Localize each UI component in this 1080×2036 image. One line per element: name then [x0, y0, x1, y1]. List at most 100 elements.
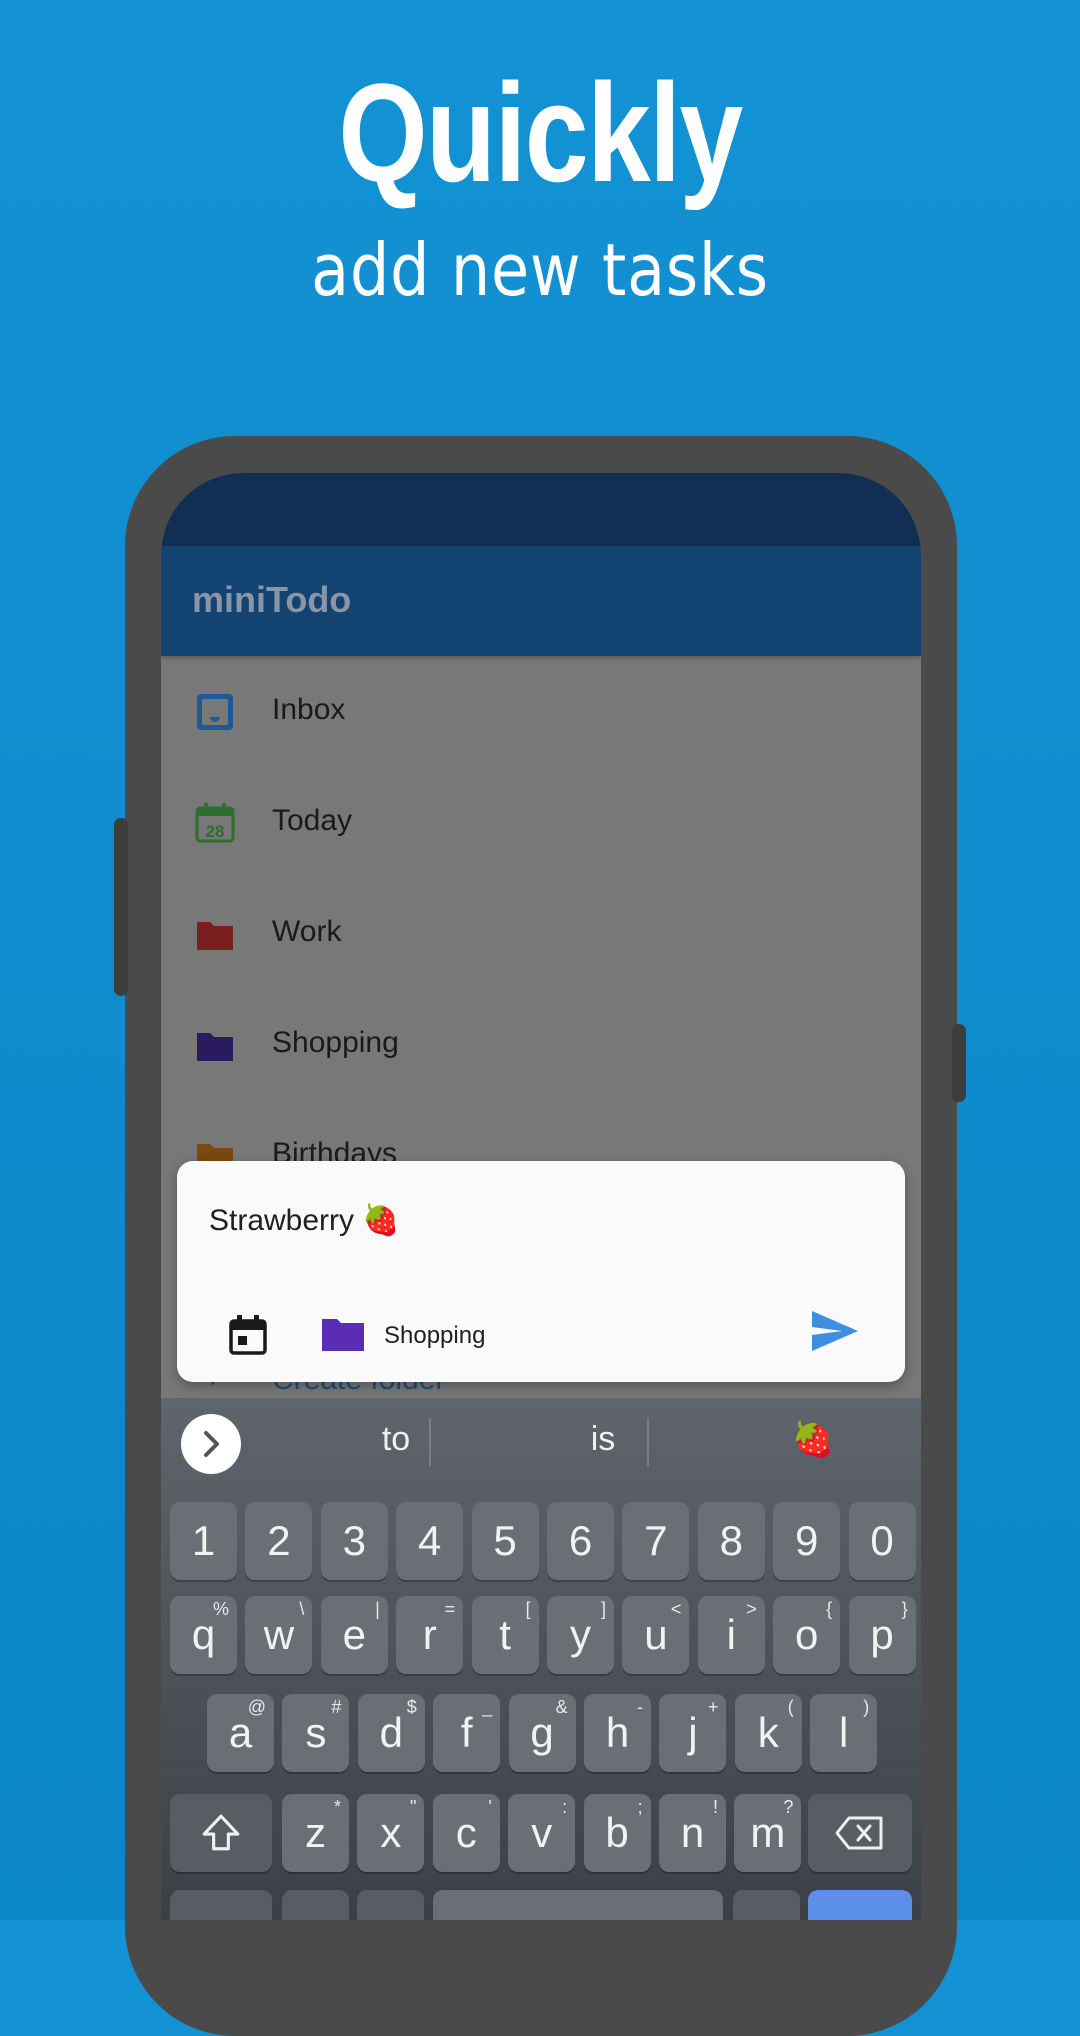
key-hint: |: [375, 1599, 380, 1619]
key-8[interactable]: 8: [697, 1502, 765, 1580]
key-e[interactable]: e |: [320, 1596, 388, 1674]
suggestion-2[interactable]: is: [508, 1420, 698, 1459]
key-hint: >: [746, 1599, 757, 1619]
key-label: j: [688, 1709, 698, 1756]
key-n[interactable]: n!: [659, 1794, 726, 1872]
key-label: e: [342, 1611, 366, 1658]
key-6[interactable]: 6: [547, 1502, 614, 1580]
phone-side-button-right: [952, 1024, 966, 1102]
folder-icon: [197, 922, 233, 950]
suggestion-divider: [429, 1418, 431, 1466]
key-label: s: [305, 1709, 327, 1756]
key-o[interactable]: o{: [773, 1596, 841, 1674]
calendar-28-icon: 28: [195, 803, 235, 843]
key-m[interactable]: m?: [734, 1794, 802, 1872]
promo-subheadline: add new tasks: [311, 228, 769, 312]
folder-icon[interactable]: [322, 1317, 364, 1351]
key-label: r: [422, 1611, 437, 1658]
key-hint: _: [482, 1697, 493, 1717]
inbox-icon: [197, 694, 233, 730]
key-label: d: [379, 1709, 403, 1756]
expand-toolbar-button[interactable]: [181, 1414, 241, 1474]
phone-side-button-left: [114, 818, 128, 996]
key-hint: -: [637, 1697, 643, 1717]
list-item-label: Inbox: [272, 693, 346, 726]
key-2[interactable]: 2: [245, 1502, 313, 1580]
key-g[interactable]: g &: [508, 1694, 576, 1772]
send-icon[interactable]: [812, 1311, 858, 1351]
key-b[interactable]: b;: [583, 1794, 651, 1872]
key-label: 5: [493, 1517, 517, 1564]
key-label: 4: [418, 1517, 442, 1564]
key-label: b: [605, 1809, 629, 1856]
key-label: y: [570, 1611, 591, 1658]
key-label: m: [750, 1809, 786, 1856]
backspace-key[interactable]: [808, 1794, 912, 1872]
svg-text:28: 28: [206, 822, 225, 841]
key-d[interactable]: d $: [357, 1694, 425, 1772]
key-hint: ;: [637, 1797, 643, 1817]
key-j[interactable]: j +: [659, 1694, 727, 1772]
key-hint: ": [410, 1797, 417, 1817]
list-item-today[interactable]: 28 Today: [161, 767, 921, 878]
key-hint: %: [212, 1599, 229, 1619]
key-label: l: [839, 1709, 849, 1756]
key-label: q: [191, 1611, 216, 1658]
key-l[interactable]: l): [810, 1694, 878, 1772]
enter-key[interactable]: [808, 1890, 912, 1920]
selected-folder-label[interactable]: Shopping: [384, 1322, 485, 1350]
key-hint: =: [444, 1599, 456, 1619]
backspace-icon: [835, 1816, 883, 1850]
key-1[interactable]: 1: [170, 1502, 237, 1580]
comma-key[interactable]: [357, 1890, 424, 1920]
key-w[interactable]: w \: [245, 1596, 313, 1674]
key-label: z: [305, 1809, 326, 1856]
key-hint: <: [670, 1599, 682, 1619]
key-4[interactable]: 4: [396, 1502, 464, 1580]
key-r[interactable]: r =: [396, 1596, 464, 1674]
suggestion-1[interactable]: to: [301, 1420, 491, 1459]
key-a[interactable]: a @: [207, 1694, 274, 1772]
folder-list: Inbox 28 Today Work Shopping Birthdays: [161, 656, 921, 1211]
key-c[interactable]: c ': [432, 1794, 500, 1872]
list-item-shopping[interactable]: Shopping: [161, 989, 921, 1100]
key-z[interactable]: z *: [282, 1794, 349, 1872]
key-u[interactable]: u <: [622, 1596, 690, 1674]
key-t[interactable]: t[: [471, 1596, 539, 1674]
period-key[interactable]: [733, 1890, 800, 1920]
suggestion-3[interactable]: 🍓: [718, 1420, 908, 1460]
key-x[interactable]: x ": [357, 1794, 425, 1872]
key-label: n: [680, 1809, 705, 1856]
key-label: c: [455, 1809, 477, 1856]
key-s[interactable]: s #: [282, 1694, 350, 1772]
list-item-label: Shopping: [272, 1026, 399, 1059]
key-label: h: [605, 1709, 630, 1756]
key-5[interactable]: 5: [471, 1502, 539, 1580]
calendar-icon[interactable]: [229, 1315, 267, 1355]
key-y[interactable]: y]: [547, 1596, 614, 1674]
shift-key[interactable]: [170, 1794, 272, 1872]
key-h[interactable]: h-: [584, 1694, 651, 1772]
key-label: o: [795, 1611, 819, 1658]
key-0[interactable]: 0: [848, 1502, 916, 1580]
list-item-work[interactable]: Work: [161, 878, 921, 989]
symbols-key[interactable]: [170, 1890, 272, 1920]
key-hint: [: [525, 1599, 531, 1619]
key-7[interactable]: 7: [622, 1502, 690, 1580]
key-hint: $: [406, 1697, 417, 1717]
key-v[interactable]: v:: [508, 1794, 576, 1872]
key-q[interactable]: q%: [170, 1596, 237, 1674]
key-f[interactable]: f _: [433, 1694, 501, 1772]
key-hint: +: [707, 1697, 719, 1717]
key-p[interactable]: p}: [848, 1596, 916, 1674]
list-item-inbox[interactable]: Inbox: [161, 656, 921, 767]
task-input[interactable]: Strawberry 🍓: [209, 1203, 400, 1238]
space-key[interactable]: [433, 1890, 723, 1920]
key-label: t: [499, 1611, 511, 1658]
key-k[interactable]: k(: [734, 1694, 802, 1772]
emoji-key[interactable]: [282, 1890, 349, 1920]
key-3[interactable]: 3: [320, 1502, 388, 1580]
key-9[interactable]: 9: [773, 1502, 841, 1580]
key-i[interactable]: i >: [697, 1596, 765, 1674]
app-title: miniTodo: [192, 579, 352, 620]
